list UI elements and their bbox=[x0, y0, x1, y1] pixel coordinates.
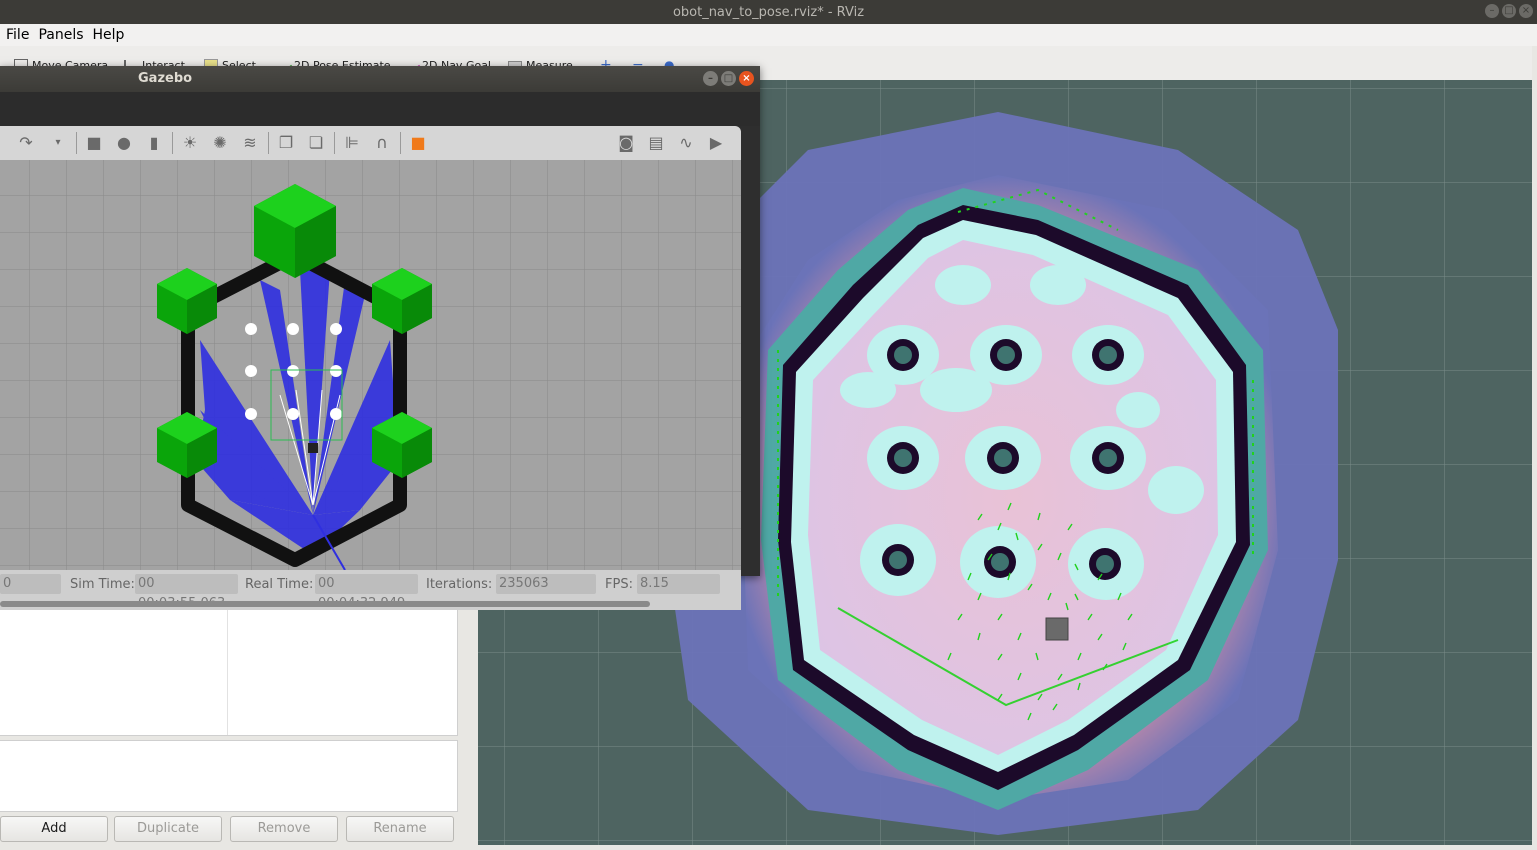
bottom-strip bbox=[457, 845, 1537, 850]
rviz-window-controls: – □ × bbox=[1485, 4, 1533, 18]
paste-icon[interactable]: ❏ bbox=[306, 133, 326, 153]
rviz-menubar: File Panels Help bbox=[0, 24, 1537, 46]
align-icon[interactable]: ⊫ bbox=[342, 133, 362, 153]
redo-icon[interactable]: ↷ bbox=[16, 133, 36, 153]
separator bbox=[268, 132, 269, 154]
cylinder-icon[interactable]: ▮ bbox=[144, 133, 164, 153]
gazebo-titlebar[interactable]: Gazebo – □ × bbox=[0, 66, 760, 92]
rviz-titlebar: obot_nav_to_pose.rviz* - RViz – □ × bbox=[0, 0, 1537, 24]
sim-time-value: 00 00:03:55.063 bbox=[135, 574, 238, 611]
robot-model bbox=[308, 443, 318, 453]
separator bbox=[400, 132, 401, 154]
rviz-window-title: obot_nav_to_pose.rviz* - RViz bbox=[672, 4, 865, 20]
real-time-value: 00 00:04:32.949 bbox=[315, 574, 418, 611]
gazebo-status-bar: 0 Sim Time: 00 00:03:55.063 Real Time: 0… bbox=[0, 570, 741, 611]
gazebo-window-controls: – □ × bbox=[703, 71, 754, 86]
view-angle-icon[interactable]: ■ bbox=[408, 133, 428, 153]
real-time-label: Real Time: bbox=[245, 577, 314, 592]
gazebo-toolbar: ↷ ▾ ■ ● ▮ ☀ ✺ ≋ ❐ ❏ ⊫ ∩ ■ ◙ ▤ ∿ ▶ bbox=[0, 126, 741, 160]
status-scrollbar[interactable] bbox=[0, 601, 650, 607]
maximize-icon[interactable]: □ bbox=[1502, 4, 1516, 18]
fps-value: 8.15 bbox=[637, 574, 720, 594]
log-icon[interactable]: ▤ bbox=[646, 133, 666, 153]
sun-icon[interactable]: ☀ bbox=[180, 133, 200, 153]
menu-help[interactable]: Help bbox=[93, 27, 125, 43]
rename-button[interactable]: Rename bbox=[346, 816, 454, 842]
copy-icon[interactable]: ❐ bbox=[276, 133, 296, 153]
gazebo-menu-area bbox=[0, 92, 760, 126]
fps-label: FPS: bbox=[605, 577, 633, 592]
minimize-icon[interactable]: – bbox=[703, 71, 718, 86]
duplicate-button[interactable]: Duplicate bbox=[114, 816, 222, 842]
iterations-value: 235063 bbox=[496, 574, 596, 594]
maximize-icon[interactable]: □ bbox=[721, 71, 736, 86]
robot-marker bbox=[1045, 617, 1069, 641]
chevron-down-icon[interactable]: ▾ bbox=[48, 133, 68, 153]
sphere-icon[interactable]: ● bbox=[114, 133, 134, 153]
close-icon[interactable]: × bbox=[1519, 4, 1533, 18]
screenshot-icon[interactable]: ◙ bbox=[616, 133, 636, 153]
separator bbox=[334, 132, 335, 154]
plot-icon[interactable]: ∿ bbox=[676, 133, 696, 153]
menu-file[interactable]: File bbox=[6, 27, 29, 43]
snap-icon[interactable]: ∩ bbox=[372, 133, 392, 153]
gazebo-right-border bbox=[741, 160, 760, 576]
video-icon[interactable]: ▶ bbox=[706, 133, 726, 153]
right-dock-strip bbox=[1532, 46, 1537, 850]
menu-panels[interactable]: Panels bbox=[38, 27, 83, 43]
iterations-label: Iterations: bbox=[426, 577, 493, 592]
separator bbox=[76, 132, 77, 154]
gazebo-world-render bbox=[0, 160, 741, 570]
gazebo-title: Gazebo bbox=[138, 71, 193, 86]
close-icon[interactable]: × bbox=[739, 71, 754, 86]
directional-light-icon[interactable]: ≋ bbox=[240, 133, 260, 153]
gazebo-window[interactable]: Gazebo – □ × ↷ ▾ ■ ● ▮ ☀ ✺ ≋ ❐ ❏ ⊫ ∩ ■ ◙… bbox=[0, 66, 760, 611]
add-button[interactable]: Add bbox=[0, 816, 108, 842]
first-status-field: 0 bbox=[0, 574, 61, 594]
gazebo-3d-scene[interactable] bbox=[0, 160, 741, 570]
display-buttons: Add Duplicate Remove Rename bbox=[0, 816, 460, 842]
sim-time-label: Sim Time: bbox=[70, 577, 135, 592]
box-icon[interactable]: ■ bbox=[84, 133, 104, 153]
separator bbox=[172, 132, 173, 154]
spot-light-icon[interactable]: ✺ bbox=[210, 133, 230, 153]
description-panel bbox=[0, 740, 458, 812]
minimize-icon[interactable]: – bbox=[1485, 4, 1499, 18]
remove-button[interactable]: Remove bbox=[230, 816, 338, 842]
